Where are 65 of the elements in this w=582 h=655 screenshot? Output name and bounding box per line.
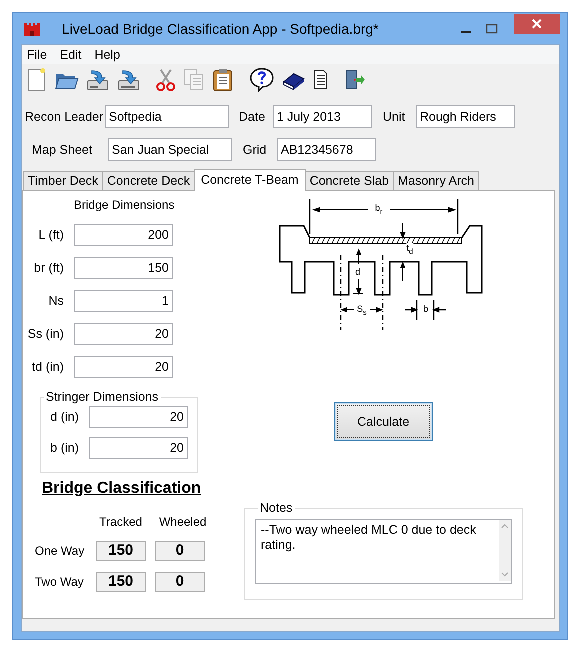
text-field[interactable]: San Juan Special [108, 138, 232, 161]
help-icon[interactable] [249, 67, 275, 93]
drive-arrow-icon[interactable] [86, 68, 110, 92]
scrollbar[interactable] [499, 520, 511, 581]
field-label: Ns [48, 294, 64, 308]
group-title: Stringer Dimensions [45, 390, 160, 404]
number-field[interactable]: 200 [74, 224, 173, 246]
dimension-label: d [356, 267, 360, 277]
menu-item[interactable]: File [27, 48, 48, 62]
tab[interactable]: Concrete Deck [102, 171, 196, 190]
number-field[interactable]: 1 [74, 290, 173, 312]
number-field[interactable]: 150 [74, 257, 173, 279]
field-label: br (ft) [33, 261, 64, 275]
number-field[interactable]: 20 [89, 437, 188, 459]
tab[interactable]: Timber Deck [23, 171, 104, 190]
notes-text: --Two way wheeled MLC 0 due to deck rating. [260, 522, 478, 554]
field-label: d (in) [50, 410, 79, 424]
field-label: Unit [383, 110, 406, 124]
column-heading: Tracked [98, 515, 144, 529]
field-label: L (ft) [38, 228, 64, 242]
close-icon[interactable] [514, 14, 560, 34]
field-label: Date [239, 110, 266, 124]
menu-item[interactable]: Help [94, 48, 120, 62]
text-field[interactable]: Rough Riders [416, 105, 515, 128]
document-icon[interactable] [313, 68, 329, 92]
field-label: Map Sheet [31, 142, 94, 156]
number-field[interactable]: 20 [74, 323, 173, 345]
menu-item[interactable]: Edit [60, 48, 82, 62]
castle-icon [23, 20, 41, 36]
clipboard-icon[interactable] [212, 68, 234, 92]
window-title: LiveLoad Bridge Classification App - Softpedia.brg* [61, 20, 380, 36]
exit-door-icon[interactable] [344, 68, 366, 92]
field-label: b (in) [50, 441, 79, 455]
result-field: 0 [155, 572, 205, 592]
result-field: 150 [96, 572, 146, 592]
text-field[interactable]: Softpedia [105, 105, 229, 128]
result-field: 150 [96, 541, 146, 561]
blank-page-icon[interactable] [26, 68, 48, 92]
tab[interactable]: Concrete Slab [304, 171, 394, 190]
dimension-label: t$_{d}$ [406, 243, 414, 257]
row-label: Two Way [34, 575, 85, 589]
field-label: td (in) [31, 360, 64, 374]
tab[interactable]: Masonry Arch [393, 171, 480, 190]
field-label: Ss (in) [26, 327, 64, 341]
section-title: Bridge Dimensions [74, 198, 175, 212]
dimension-label: b$_{r}$ [375, 203, 383, 217]
tab[interactable]: Concrete T-Beam [194, 169, 306, 191]
dimension-label: S$_{s}$ [357, 304, 367, 318]
notes-field[interactable]: --Two way wheeled MLC 0 due to deck rating. [255, 519, 512, 584]
maximize-icon[interactable] [486, 24, 498, 34]
field-label: Recon Leader [24, 110, 105, 124]
text-field[interactable]: 1 July 2013 [273, 105, 372, 128]
dimension-label: b [424, 304, 428, 314]
field-label: Grid [243, 142, 268, 156]
drive-arrow-icon[interactable] [117, 68, 141, 92]
result-field: 0 [155, 541, 205, 561]
group-title: Notes [259, 501, 294, 515]
number-field[interactable]: 20 [74, 356, 173, 378]
calculate-button[interactable]: Calculate [334, 402, 433, 441]
scissors-icon[interactable] [156, 68, 176, 92]
text-field[interactable]: AB12345678 [277, 138, 376, 161]
column-heading: Wheeled [158, 515, 208, 529]
section-heading: Bridge Classification [42, 480, 202, 498]
row-label: One Way [34, 544, 86, 558]
number-field[interactable]: 20 [89, 406, 188, 428]
